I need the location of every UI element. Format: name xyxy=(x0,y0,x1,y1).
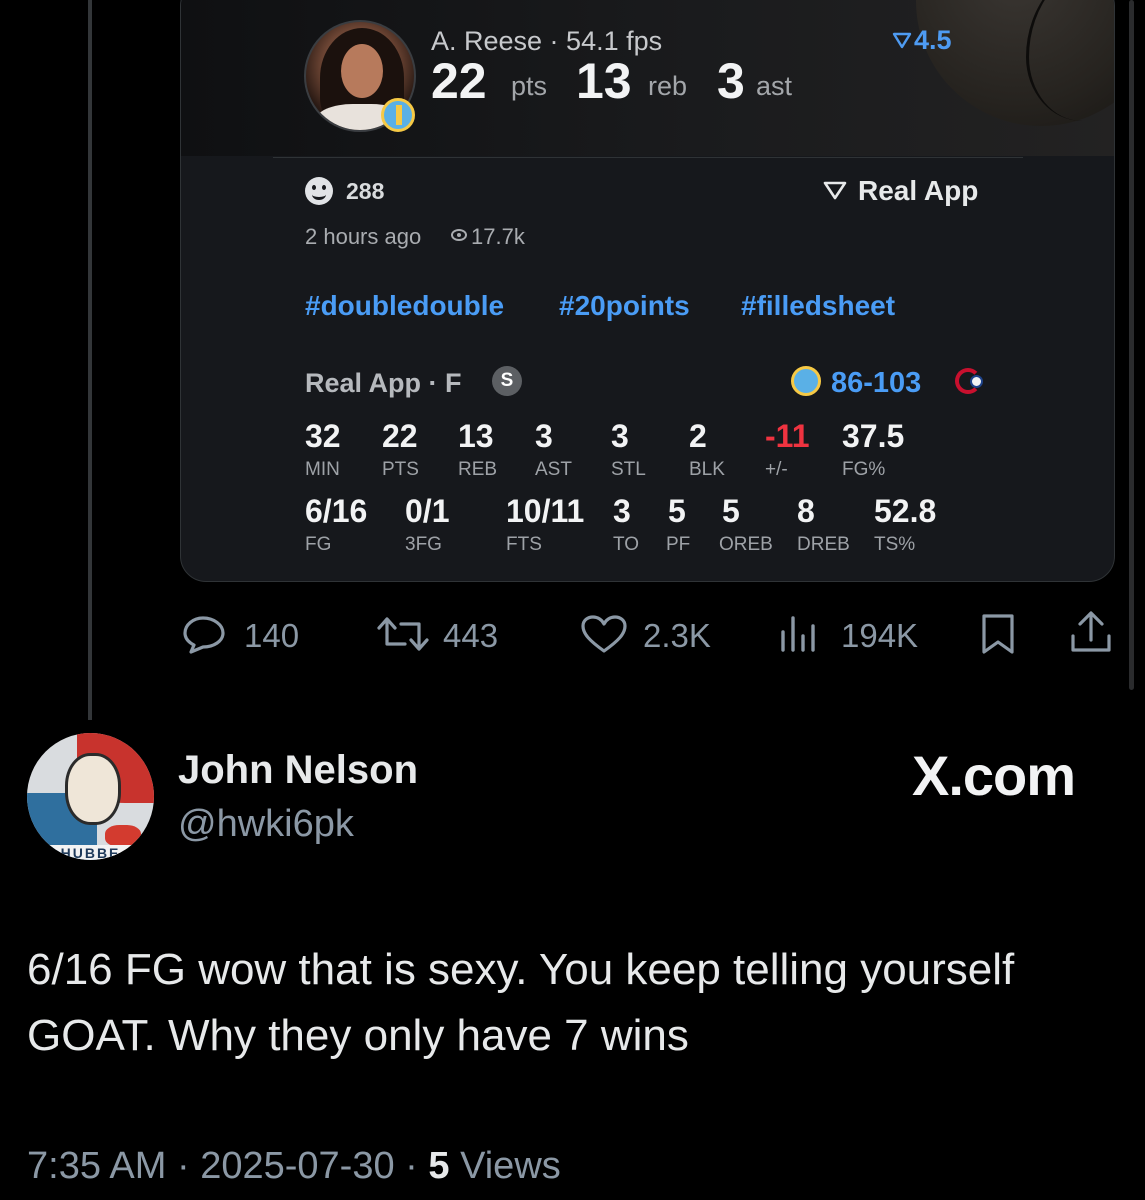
stat-label: FG xyxy=(305,534,332,555)
repost-icon[interactable] xyxy=(373,614,433,654)
card-divider xyxy=(273,157,1023,158)
like-count: 2.3K xyxy=(643,617,711,654)
stat-value: 5 xyxy=(722,493,740,529)
s-badge: S xyxy=(492,366,522,396)
meta-separator: · xyxy=(405,1145,429,1187)
smile-emoji-icon[interactable] xyxy=(305,177,333,205)
like-icon[interactable] xyxy=(580,614,628,654)
line-direction-icon xyxy=(892,32,912,49)
xcom-watermark: X.com xyxy=(912,744,1076,807)
reply-time[interactable]: 7:35 AM xyxy=(27,1145,166,1187)
reply-author-avatar[interactable]: HUBBE xyxy=(27,733,154,860)
line-delta: 4.5 xyxy=(914,25,952,55)
reply-views-label: Views xyxy=(460,1145,561,1187)
stat-value: 32 xyxy=(305,418,341,454)
repost-count: 443 xyxy=(443,617,499,654)
assists-value: 3 xyxy=(717,53,745,109)
reply-meta: 7:35 AM · 2025-07-30 · 5 Views xyxy=(27,1145,561,1188)
real-app-logo-icon xyxy=(823,181,847,200)
meta-separator: · xyxy=(176,1145,201,1187)
thread-connector-line xyxy=(88,0,92,720)
points-unit: pts xyxy=(511,71,548,101)
rebounds-value: 13 xyxy=(576,53,632,109)
stat-label: +/- xyxy=(765,459,788,480)
views-icon[interactable] xyxy=(779,614,823,654)
stat-value: 3 xyxy=(611,418,629,454)
team-logo-icon xyxy=(381,98,415,132)
stat-value: 22 xyxy=(382,418,418,454)
reply-views-count: 5 xyxy=(428,1145,450,1187)
stat-label: FG% xyxy=(842,459,886,480)
reply-date[interactable]: 2025-07-30 xyxy=(200,1145,394,1187)
real-app-link[interactable]: Real App xyxy=(858,175,978,207)
embedded-stat-card[interactable]: A. Reese · 54.1 fps 22 pts 13 reb 3 ast … xyxy=(180,0,1115,582)
stat-label: OREB xyxy=(719,534,773,555)
reply-author-handle[interactable]: @hwki6pk xyxy=(178,803,354,846)
stat-value: 3 xyxy=(535,418,553,454)
avatar-text: HUBBE xyxy=(27,845,154,860)
stat-label: PF xyxy=(666,534,691,555)
stat-label: STL xyxy=(611,459,646,480)
stat-value: 0/1 xyxy=(405,493,450,529)
hashtag-doubledouble[interactable]: #doubledouble xyxy=(305,290,504,322)
stat-value: 52.8 xyxy=(874,493,937,529)
final-score: 86-103 xyxy=(831,367,922,399)
time-ago: 2 hours ago xyxy=(305,224,422,249)
card-views: 17.7k xyxy=(471,224,525,249)
points-value: 22 xyxy=(431,53,487,109)
share-icon[interactable] xyxy=(1067,610,1115,656)
stat-label: MIN xyxy=(305,459,340,480)
stat-value: 5 xyxy=(668,493,686,529)
reply-icon[interactable] xyxy=(181,614,229,654)
stat-value: 8 xyxy=(797,493,815,529)
stat-value: 3 xyxy=(613,493,631,529)
stat-label: 3FG xyxy=(405,534,442,555)
stat-label: BLK xyxy=(689,459,725,480)
stat-value: 2 xyxy=(689,418,707,454)
reply-count: 140 xyxy=(244,617,300,654)
stat-value: 10/11 xyxy=(506,493,585,529)
home-team-logo-icon xyxy=(791,366,821,396)
stat-value-plus-minus: -11 xyxy=(765,418,810,454)
reply-text: 6/16 FG wow that is sexy. You keep telli… xyxy=(27,945,1015,1060)
views-count: 194K xyxy=(841,617,919,654)
hashtag-20points[interactable]: #20points xyxy=(559,290,690,322)
stat-value: 6/16 xyxy=(305,493,368,529)
assists-unit: ast xyxy=(756,71,793,101)
stat-label: AST xyxy=(535,459,572,480)
reply-author-name[interactable]: John Nelson xyxy=(178,748,418,793)
opponent-team-logo-icon xyxy=(953,366,991,396)
eye-icon xyxy=(451,229,467,241)
stat-label: PTS xyxy=(382,459,419,480)
rebounds-unit: reb xyxy=(648,71,688,101)
stat-label: TS% xyxy=(874,534,916,555)
stat-value: 13 xyxy=(458,418,494,454)
box-score-source: Real App · F xyxy=(305,368,462,398)
stat-value: 37.5 xyxy=(842,418,905,454)
stat-label: TO xyxy=(613,534,640,555)
scrollbar[interactable] xyxy=(1129,0,1134,690)
stat-label: REB xyxy=(458,459,498,480)
reactions-count: 288 xyxy=(346,178,385,204)
stat-label: DREB xyxy=(797,534,850,555)
stat-label: FTS xyxy=(506,534,542,555)
bookmark-icon[interactable] xyxy=(976,612,1020,656)
hashtag-filledsheet[interactable]: #filledsheet xyxy=(741,290,895,322)
